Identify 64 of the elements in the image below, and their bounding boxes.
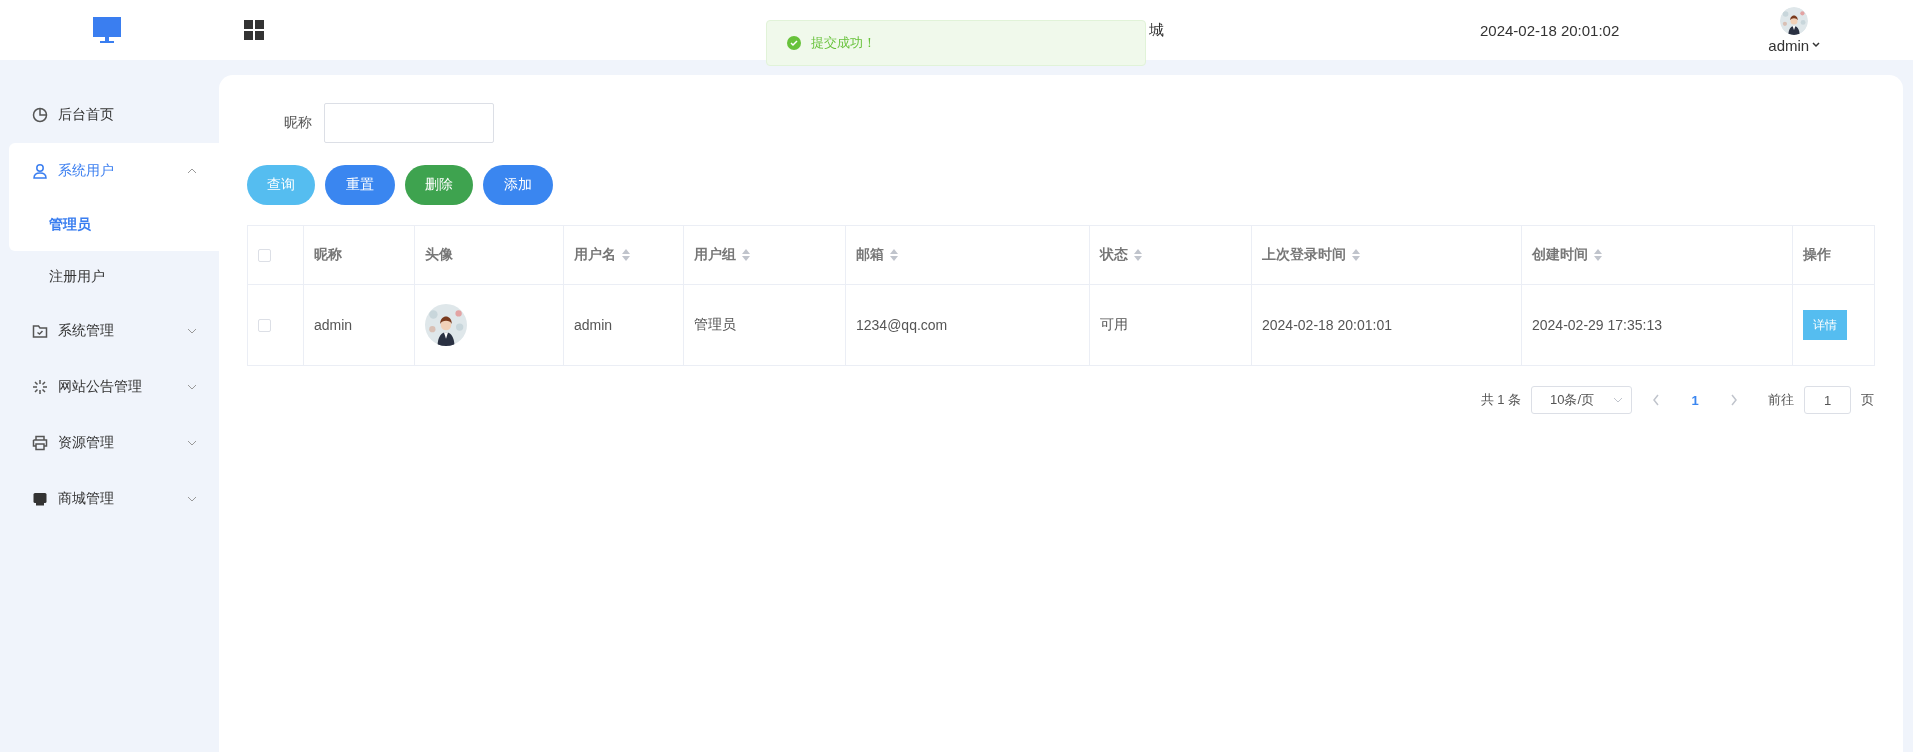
sort-icon[interactable]: [742, 249, 750, 261]
column-header: 用户名: [574, 246, 616, 264]
goto-page-field[interactable]: 1: [1804, 386, 1851, 414]
table-cell: 管理员: [694, 316, 736, 332]
column-header: 操作: [1803, 246, 1831, 264]
sidebar-item[interactable]: 系统用户: [9, 143, 219, 199]
row-checkbox[interactable]: [258, 318, 271, 332]
sidebar-item[interactable]: 系统管理: [0, 303, 219, 359]
table-cell: 1234@qq.com: [856, 317, 948, 333]
chevron-icon: [187, 328, 197, 334]
sidebar-item[interactable]: 网站公告管理: [0, 359, 219, 415]
sparkle-icon: [32, 379, 48, 395]
sort-icon[interactable]: [1352, 249, 1360, 261]
user-menu[interactable]: admin: [1768, 36, 1821, 54]
sidebar-item[interactable]: 资源管理: [0, 415, 219, 471]
column-header: 用户组: [694, 246, 736, 264]
nickname-label: 昵称: [284, 114, 312, 132]
submenu-item[interactable]: 注册用户: [0, 251, 219, 303]
table-cell: 2024-02-18 20:01:01: [1262, 317, 1392, 333]
sidebar-item[interactable]: 商城管理: [0, 471, 219, 527]
table-cell: admin: [574, 317, 613, 333]
chevron-icon: [187, 384, 197, 390]
table-cell: admin: [314, 317, 353, 333]
sidebar-item[interactable]: 后台首页: [0, 87, 219, 143]
column-header: 邮箱: [856, 246, 884, 264]
folder-icon: [32, 323, 48, 339]
check-circle-icon: [787, 36, 801, 50]
caret-icon: [1812, 42, 1821, 48]
printer-icon: [32, 435, 48, 451]
total-count: 共 1 条: [1480, 391, 1521, 409]
next-page-icon[interactable]: [1730, 394, 1738, 406]
action-button[interactable]: 重置: [325, 165, 395, 205]
chevron-icon: [1613, 397, 1623, 403]
table-cell: 2024-02-29 17:35:13: [1532, 317, 1662, 333]
sort-icon[interactable]: [890, 249, 898, 261]
action-button[interactable]: 添加: [483, 165, 553, 205]
select-all-checkbox[interactable]: [258, 248, 271, 262]
column-header: 上次登录时间: [1262, 246, 1346, 264]
menu-grid-icon[interactable]: [243, 19, 265, 41]
chevron-icon: [187, 168, 197, 174]
site-title: 城: [1149, 20, 1164, 40]
page-size-select[interactable]: 10条/页: [1531, 386, 1632, 414]
sort-icon[interactable]: [1134, 249, 1142, 261]
nickname-field[interactable]: [324, 103, 494, 143]
goto-label: 前往: [1768, 391, 1794, 409]
chevron-icon: [187, 440, 197, 446]
shop-icon: [32, 491, 48, 507]
toast-message: 提交成功！: [811, 34, 876, 52]
column-header: 创建时间: [1532, 246, 1588, 264]
column-header: 昵称: [314, 246, 342, 264]
monitor-icon[interactable]: [92, 15, 122, 45]
chevron-icon: [187, 496, 197, 502]
user-icon: [32, 163, 48, 179]
sort-icon[interactable]: [1594, 249, 1602, 261]
prev-page-icon[interactable]: [1652, 394, 1660, 406]
column-header: 头像: [425, 246, 453, 264]
current-datetime: 2024-02-18 20:01:02: [1480, 21, 1620, 39]
page-suffix: 页: [1861, 391, 1874, 409]
page-number[interactable]: 1: [1680, 392, 1710, 408]
sort-icon[interactable]: [622, 249, 630, 261]
table-cell: 可用: [1100, 316, 1128, 332]
column-header: 状态: [1100, 246, 1128, 264]
pie-chart-icon: [32, 107, 48, 123]
submenu-item[interactable]: 管理员: [9, 199, 219, 251]
